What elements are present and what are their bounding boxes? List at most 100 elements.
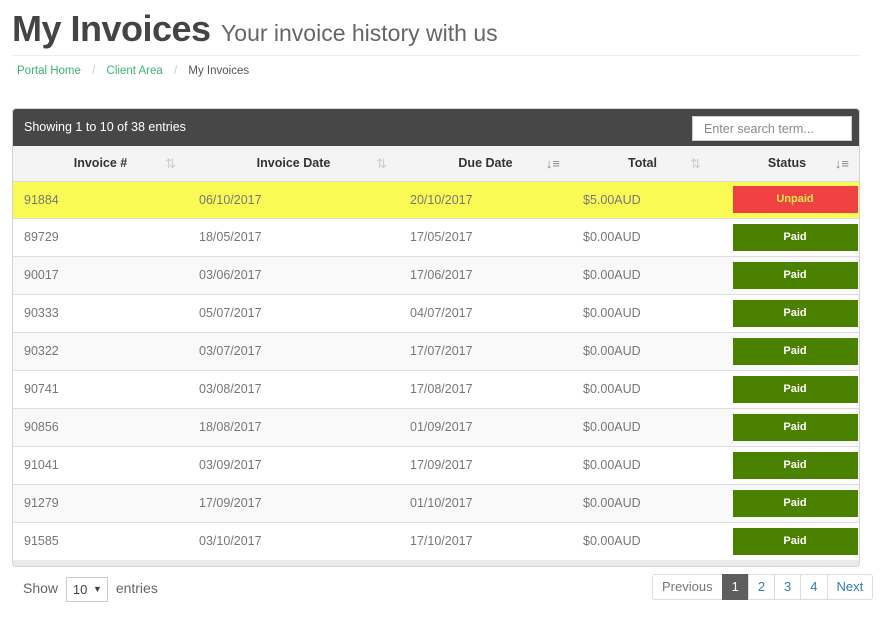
cell-due-date: 20/10/2017 — [399, 181, 572, 218]
cell-invoice-date: 18/05/2017 — [188, 217, 399, 256]
cell-due-date: 17/06/2017 — [399, 255, 572, 294]
cell-due-date: 04/07/2017 — [399, 293, 572, 332]
breadcrumb: Portal Home / Client Area / My Invoices — [17, 65, 249, 77]
pagination: Previous 1 2 3 4 Next — [652, 574, 874, 600]
cell-invoice-date: 03/08/2017 — [188, 369, 399, 408]
column-header-invoice-date[interactable]: Invoice Date ⇅ — [188, 146, 399, 182]
cell-invoice-number: 90017 — [13, 255, 188, 294]
cell-invoice-number: 90333 — [13, 293, 188, 332]
table-row[interactable]: 89729 18/05/2017 17/05/2017 $0.00AUD Paid — [13, 217, 859, 256]
cell-invoice-number: 90741 — [13, 369, 188, 408]
column-label: Invoice # — [73, 156, 128, 171]
breadcrumb-my-invoices: My Invoices — [188, 65, 250, 77]
status-badge: Unpaid — [732, 186, 858, 213]
cell-total: $0.00AUD — [572, 521, 713, 560]
cell-status: Paid — [713, 255, 859, 294]
table-header-row: Invoice # ⇅ Invoice Date ⇅ Due Date ↓≡ Tota… — [13, 146, 859, 182]
entries-length-control: Show 10 ▼ entries — [23, 577, 158, 602]
next-page-button[interactable]: Next — [826, 574, 874, 600]
cell-invoice-number: 91041 — [13, 445, 188, 484]
length-prefix: Show — [23, 580, 59, 597]
cell-status: Paid — [713, 407, 859, 446]
cell-total: $0.00AUD — [572, 483, 713, 522]
cell-due-date: 01/10/2017 — [399, 483, 572, 522]
cell-invoice-date: 17/09/2017 — [188, 483, 399, 522]
column-header-status[interactable]: Status ↓≡ — [713, 146, 859, 182]
length-value: 10 — [72, 582, 88, 597]
page-button-4[interactable]: 4 — [800, 574, 828, 600]
table-row[interactable]: 90017 03/06/2017 17/06/2017 $0.00AUD Paid — [13, 255, 859, 294]
page-button-3[interactable]: 3 — [774, 574, 802, 600]
sort-amount-asc-icon: ↓≡ — [545, 156, 560, 171]
breadcrumb-portal-home[interactable]: Portal Home — [17, 65, 81, 77]
sort-both-icon: ⇅ — [376, 156, 387, 171]
breadcrumb-separator: / — [174, 65, 178, 77]
table-row[interactable]: 91585 03/10/2017 17/10/2017 $0.00AUD Paid — [13, 521, 859, 560]
cell-invoice-date: 06/10/2017 — [188, 181, 399, 218]
cell-invoice-date: 03/10/2017 — [188, 521, 399, 560]
table-info: Showing 1 to 10 of 38 entries — [24, 120, 186, 134]
table-row[interactable]: 91884 06/10/2017 20/10/2017 $5.00AUD Unpaid — [13, 181, 859, 218]
cell-total: $0.00AUD — [572, 407, 713, 446]
cell-total: $5.00AUD — [572, 181, 713, 218]
cell-due-date: 17/10/2017 — [399, 521, 572, 560]
previous-page-button[interactable]: Previous — [652, 574, 723, 600]
column-header-invoice-number[interactable]: Invoice # ⇅ — [13, 146, 188, 182]
cell-invoice-number: 91585 — [13, 521, 188, 560]
invoices-table-panel: Showing 1 to 10 of 38 entries Invoice # ⇅… — [12, 108, 860, 567]
table-toolbar: Showing 1 to 10 of 38 entries — [13, 109, 859, 146]
table-row[interactable]: 91279 17/09/2017 01/10/2017 $0.00AUD Paid — [13, 483, 859, 522]
column-label: Status — [767, 156, 807, 171]
status-badge: Paid — [732, 299, 858, 327]
cell-invoice-date: 05/07/2017 — [188, 293, 399, 332]
cell-status: Paid — [713, 369, 859, 408]
cell-invoice-date: 03/07/2017 — [188, 331, 399, 370]
cell-total: $0.00AUD — [572, 331, 713, 370]
cell-invoice-number: 91279 — [13, 483, 188, 522]
table-row[interactable]: 90856 18/08/2017 01/09/2017 $0.00AUD Paid — [13, 407, 859, 446]
table-row[interactable]: 90333 05/07/2017 04/07/2017 $0.00AUD Paid — [13, 293, 859, 332]
cell-due-date: 01/09/2017 — [399, 407, 572, 446]
status-badge: Paid — [732, 413, 858, 441]
cell-invoice-number: 90856 — [13, 407, 188, 446]
cell-status: Paid — [713, 331, 859, 370]
page-button-1[interactable]: 1 — [721, 574, 749, 600]
page-button-2[interactable]: 2 — [747, 574, 776, 600]
status-badge: Paid — [732, 527, 858, 555]
cell-total: $0.00AUD — [572, 217, 713, 256]
dropdown-caret-icon: ▼ — [93, 584, 102, 594]
status-badge: Paid — [732, 261, 858, 289]
column-label: Total — [628, 156, 657, 171]
table-row[interactable]: 91041 03/09/2017 17/09/2017 $0.00AUD Paid — [13, 445, 859, 484]
length-suffix: entries — [115, 580, 158, 597]
cell-due-date: 17/08/2017 — [399, 369, 572, 408]
entries-per-page-select[interactable]: 10 ▼ — [65, 577, 108, 602]
table-row[interactable]: 90741 03/08/2017 17/08/2017 $0.00AUD Paid — [13, 369, 859, 408]
cell-total: $0.00AUD — [572, 293, 713, 332]
cell-due-date: 17/07/2017 — [399, 331, 572, 370]
cell-invoice-number: 89729 — [13, 217, 188, 256]
cell-invoice-number: 90322 — [13, 331, 188, 370]
cell-status: Paid — [713, 483, 859, 522]
breadcrumb-client-area[interactable]: Client Area — [107, 65, 163, 77]
cell-status: Paid — [713, 445, 859, 484]
sort-both-icon: ⇅ — [690, 156, 701, 171]
status-badge: Paid — [732, 337, 858, 365]
cell-invoice-date: 03/06/2017 — [188, 255, 399, 294]
cell-invoice-date: 03/09/2017 — [188, 445, 399, 484]
column-header-due-date[interactable]: Due Date ↓≡ — [399, 146, 572, 182]
page-header: My Invoices Your invoice history with us — [12, 8, 860, 56]
table-row[interactable]: 90322 03/07/2017 17/07/2017 $0.00AUD Paid — [13, 331, 859, 370]
cell-due-date: 17/09/2017 — [399, 445, 572, 484]
cell-total: $0.00AUD — [572, 445, 713, 484]
column-header-total[interactable]: Total ⇅ — [572, 146, 713, 182]
column-label: Invoice Date — [256, 156, 331, 171]
cell-invoice-date: 18/08/2017 — [188, 407, 399, 446]
sort-alpha-desc-icon: ↓≡ — [834, 156, 849, 171]
cell-status: Paid — [713, 521, 859, 560]
cell-total: $0.00AUD — [572, 369, 713, 408]
search-input[interactable] — [692, 116, 852, 141]
cell-status: Unpaid — [713, 181, 859, 218]
column-label: Due Date — [458, 156, 513, 171]
cell-invoice-number: 91884 — [13, 181, 188, 218]
